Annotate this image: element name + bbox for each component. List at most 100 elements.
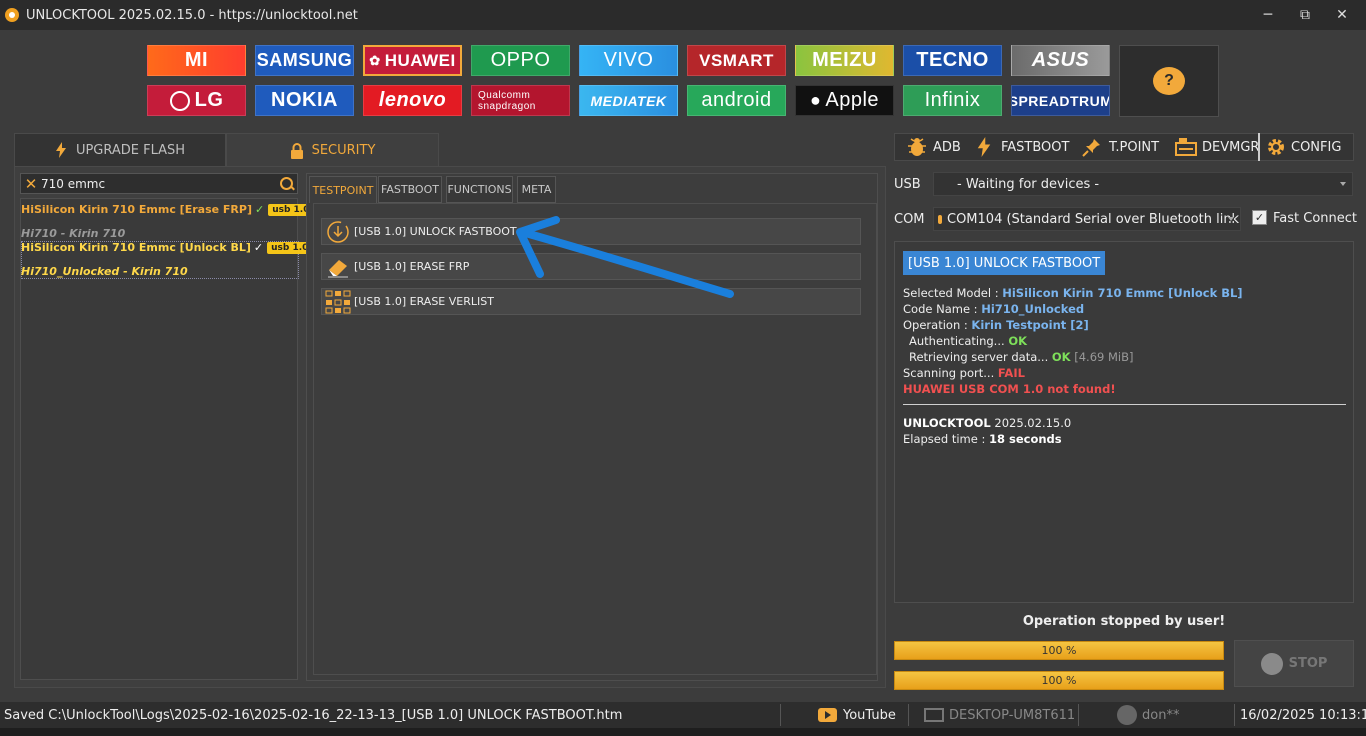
status-bar: Saved C:\UnlockTool\Logs\2025-02-16\2025…	[0, 702, 1366, 728]
minimize-button[interactable]: ─	[1250, 0, 1286, 30]
model-list: HiSilicon Kirin 710 Emmc [Erase FRP] ✓ usb…	[20, 198, 314, 680]
usb-value: - Waiting for devices -	[957, 176, 1100, 192]
brand-samsung[interactable]: SAMSUNG	[255, 45, 354, 76]
lightning-icon	[55, 142, 66, 158]
brand-apple[interactable]: ● Apple	[795, 85, 894, 116]
com-port-select[interactable]: COM104 (Standard Serial over Bluetooth l…	[933, 207, 1241, 231]
brand-lg-label: LG	[194, 89, 224, 111]
progress-bar: 100 %	[894, 671, 1224, 690]
user-name-label: don**	[1142, 707, 1180, 723]
user-name: don**	[1117, 702, 1179, 728]
progress-bar: 100 %	[894, 641, 1224, 660]
tab-fastboot[interactable]: FASTBOOT	[378, 176, 442, 203]
function-label: [USB 1.0] ERASE VERLIST	[354, 295, 494, 308]
brand-vivo[interactable]: VIVO	[579, 45, 678, 76]
tab-adb[interactable]: ADB	[906, 133, 961, 161]
divider	[780, 704, 781, 726]
tab-tpoint[interactable]: T.POINT	[1082, 133, 1159, 161]
search-value: 710 emmc	[41, 176, 106, 191]
function-label: [USB 1.0] UNLOCK FASTBOOT	[354, 225, 517, 238]
lock-icon	[290, 142, 303, 159]
close-button[interactable]: ✕	[1324, 0, 1360, 30]
youtube-icon	[818, 708, 837, 722]
tab-testpoint[interactable]: TESTPOINT	[309, 176, 377, 203]
tab-security[interactable]: SECURITY	[226, 133, 439, 167]
youtube-link[interactable]: YouTube	[818, 702, 896, 728]
log-app-version: UNLOCKTOOL 2025.02.15.0	[903, 416, 1072, 430]
operation-status: Operation stopped by user!	[1022, 614, 1226, 629]
model-codename: Hi710 - Kirin 710	[21, 227, 126, 240]
stop-icon	[1260, 652, 1283, 675]
app-logo-icon	[5, 8, 19, 22]
chevron-down-icon	[1340, 182, 1346, 186]
brand-lenovo[interactable]: lenovo	[363, 85, 462, 116]
gear-icon	[1268, 139, 1284, 155]
divider	[1078, 704, 1079, 726]
brand-asus[interactable]: ASUS	[1011, 45, 1110, 76]
annotation-arrow-icon	[516, 216, 734, 298]
model-codename: Hi710_Unlocked - Kirin 710	[21, 265, 188, 278]
huawei-flower-icon: ✿	[369, 52, 381, 68]
divider	[1234, 704, 1235, 726]
tab-devmgr-label: DEVMGR	[1202, 139, 1260, 155]
computer-name-label: DESKTOP-UM8T611	[949, 707, 1076, 723]
grid-blocks-icon	[322, 290, 354, 314]
brand-huawei-label: HUAWEI	[384, 50, 456, 70]
log-scan: Scanning port... FAIL	[903, 366, 1025, 380]
tab-functions[interactable]: FUNCTIONS	[446, 176, 513, 203]
brand-android[interactable]: android	[687, 85, 786, 116]
log-code-name: Code Name : Hi710_Unlocked	[903, 302, 1085, 316]
log-error: HUAWEI USB COM 1.0 not found!	[903, 382, 1116, 396]
brand-meizu[interactable]: MEIZU	[795, 45, 894, 76]
tab-fastboot-tool-label: FASTBOOT	[1001, 139, 1070, 155]
brand-mediatek[interactable]: MEDIATEK	[579, 85, 678, 116]
list-item-selected[interactable]: HiSilicon Kirin 710 Emmc [Unlock BL] ✓ usb…	[21, 241, 313, 254]
log-operation: Operation : Kirin Testpoint [2]	[903, 318, 1089, 332]
title-bar: UNLOCKTOOL 2025.02.15.0 - https://unlock…	[0, 0, 1366, 30]
computer-name: DESKTOP-UM8T611	[924, 702, 1075, 728]
avatar	[1117, 705, 1137, 725]
log-auth: Authenticating... OK	[909, 334, 1027, 348]
brand-huawei[interactable]: ✿ HUAWEI	[363, 45, 462, 76]
fast-connect-checkbox[interactable]: ✓	[1252, 210, 1267, 225]
tab-devmgr[interactable]: DEVMGR	[1175, 133, 1259, 161]
help-button[interactable]: ?	[1119, 45, 1219, 117]
log-selected-model: Selected Model : HiSilicon Kirin 710 Emm…	[903, 286, 1243, 300]
function-label: [USB 1.0] ERASE FRP	[354, 260, 470, 273]
tab-upgrade-label: UPGRADE FLASH	[75, 142, 186, 158]
list-item[interactable]: HiSilicon Kirin 710 Emmc [Erase FRP] ✓ usb…	[21, 203, 314, 216]
pin-icon	[1082, 139, 1100, 157]
date-time: 16/02/2025 10:13:15	[1240, 707, 1366, 723]
chevron-down-icon	[1228, 217, 1234, 221]
lg-logo-icon	[169, 90, 190, 111]
search-icon[interactable]	[277, 174, 297, 194]
serial-port-icon	[938, 214, 942, 224]
brand-nokia[interactable]: NOKIA	[255, 85, 354, 116]
brand-vsmart[interactable]: VSMART	[687, 45, 786, 76]
model-search-input[interactable]: ✕ 710 emmc	[20, 173, 298, 194]
brand-xiaomi[interactable]: MI	[147, 45, 246, 76]
brand-spreadtrum[interactable]: SPREADTRUM	[1011, 85, 1110, 116]
brand-qualcomm[interactable]: Qualcomm snapdragon	[471, 85, 570, 116]
fast-connect-label: Fast Connect	[1273, 211, 1358, 226]
saved-log-path: Saved C:\UnlockTool\Logs\2025-02-16\2025…	[4, 707, 623, 723]
tab-security-label: SECURITY	[311, 143, 376, 158]
usb-device-select[interactable]: - Waiting for devices -	[933, 172, 1353, 196]
tab-config[interactable]: CONFIG	[1258, 133, 1341, 161]
restore-button[interactable]: ⧉	[1287, 0, 1323, 30]
stop-button[interactable]: STOP	[1234, 640, 1354, 687]
brand-tecno[interactable]: TECNO	[903, 45, 1002, 76]
brand-lg[interactable]: LG	[147, 85, 246, 116]
monitor-icon	[924, 708, 944, 722]
help-icon: ?	[1153, 67, 1185, 95]
brand-oppo[interactable]: OPPO	[471, 45, 570, 76]
clear-search-icon[interactable]: ✕	[21, 175, 41, 193]
brand-apple-label: Apple	[825, 89, 880, 111]
com-value: COM104 (Standard Serial over Bluetooth l…	[947, 211, 1241, 227]
download-circle-icon	[322, 220, 354, 244]
model-name: HiSilicon Kirin 710 Emmc [Unlock BL]	[21, 241, 251, 254]
tab-meta[interactable]: META	[517, 176, 556, 203]
tab-upgrade-flash[interactable]: UPGRADE FLASH	[14, 133, 226, 167]
brand-infinix[interactable]: Infinix	[903, 85, 1002, 116]
tab-fastboot-tool[interactable]: FASTBOOT	[976, 133, 1069, 161]
